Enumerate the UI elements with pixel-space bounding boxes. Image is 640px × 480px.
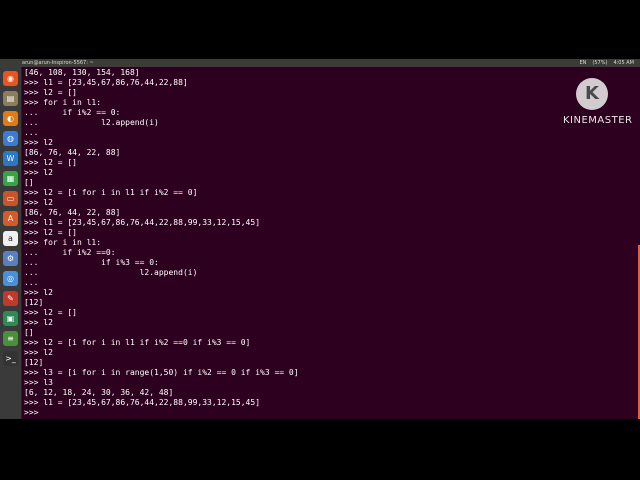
- terminal-line: >>> l2: [24, 168, 53, 177]
- terminal-line: [12]: [24, 358, 44, 367]
- ubuntu-dash-icon[interactable]: ◉: [3, 71, 18, 86]
- terminal-line: ... l2.append(i): [24, 118, 159, 127]
- terminal-line: >>>: [24, 408, 44, 417]
- terminal-line: ... if i%2 == 0:: [24, 108, 121, 117]
- terminal-line: [12]: [24, 298, 44, 307]
- firefox-icon[interactable]: ◐: [3, 111, 18, 126]
- libreoffice-writer-icon[interactable]: W: [3, 151, 18, 166]
- terminal-line: >>> l2: [24, 318, 53, 327]
- libreoffice-calc-icon[interactable]: ▦: [3, 171, 18, 186]
- kinemaster-watermark-text: KINEMASTER: [563, 115, 633, 126]
- chromium-icon[interactable]: ◎: [3, 271, 18, 286]
- terminal-line: [46, 108, 130, 154, 168]: [24, 68, 140, 77]
- tray-item[interactable]: EN: [580, 59, 587, 67]
- terminal-line: ... if i%2 ==0:: [24, 248, 116, 257]
- terminal-line: >>> l2: [24, 138, 53, 147]
- tray-item[interactable]: (57%): [592, 59, 607, 67]
- terminal-line: >>> l2: [24, 348, 53, 357]
- terminal-line: >>> l3: [24, 378, 53, 387]
- text-editor-icon[interactable]: ≡: [3, 331, 18, 346]
- terminal-line: >>> l2 = [i for i in l1 if i%2 ==0 if i%…: [24, 338, 251, 347]
- document-viewer-icon[interactable]: ✎: [3, 291, 18, 306]
- terminal-line: ... if i%3 == 0:: [24, 258, 159, 267]
- kinemaster-logo-letter: K: [585, 83, 599, 104]
- terminal-line: []: [24, 328, 34, 337]
- terminal-line: >>> for i in l1:: [24, 98, 102, 107]
- terminal-line: [6, 12, 18, 24, 30, 36, 42, 48]: [24, 388, 174, 397]
- terminal-line: >>> l2 = []: [24, 158, 77, 167]
- tray-item[interactable]: 4:05 AM: [613, 59, 634, 67]
- terminal-line: ...: [24, 128, 39, 137]
- terminal-line: [86, 76, 44, 22, 88]: [24, 148, 121, 157]
- kinemaster-watermark: K KINEMASTER: [556, 78, 636, 128]
- chrome-icon[interactable]: ◍: [3, 131, 18, 146]
- terminal-line: >>> l1 = [23,45,67,86,76,44,22,88,99,33,…: [24, 398, 261, 407]
- window-title: arun@arun-Inspiron-5567: ~: [22, 60, 94, 66]
- terminal-output[interactable]: [46, 108, 130, 154, 168] >>> l1 = [23,45,…: [24, 68, 299, 418]
- launcher-bar: ◉ ▤ ◐ ◍ W ▦ ▭ Aa ⚙ ◎ ✎ ▣ ≡ >_: [0, 67, 22, 419]
- settings-icon[interactable]: ⚙: [3, 251, 18, 266]
- terminal-line: >>> for i in l1:: [24, 238, 102, 247]
- desktop-screen: arun@arun-Inspiron-5567: ~ EN (57%) 4:05 A…: [0, 59, 640, 419]
- terminal-line: >>> l1 = [23,45,67,86,76,44,22,88,99,33,…: [24, 218, 261, 227]
- terminal-line: >>> l2 = []: [24, 228, 77, 237]
- image-viewer-icon[interactable]: ▣: [3, 311, 18, 326]
- terminal-line: >>> l3 = [i for i in range(1,50) if i%2 …: [24, 368, 299, 377]
- terminal-line: ... l2.append(i): [24, 268, 198, 277]
- files-icon[interactable]: ▤: [3, 91, 18, 106]
- terminal-line: >>> l2: [24, 288, 53, 297]
- terminal-icon[interactable]: >_: [3, 351, 18, 366]
- libreoffice-impress-icon[interactable]: ▭: [3, 191, 18, 206]
- terminal-line: >>> l2 = []: [24, 308, 77, 317]
- kinemaster-logo-icon: K: [576, 78, 608, 110]
- terminal-line: []: [24, 178, 34, 187]
- terminal-window[interactable]: [46, 108, 130, 154, 168] >>> l1 = [23,45,…: [22, 67, 640, 419]
- terminal-line: >>> l2 = []: [24, 88, 77, 97]
- system-tray[interactable]: EN (57%) 4:05 AM: [580, 59, 634, 67]
- software-center-icon[interactable]: A: [3, 211, 18, 226]
- terminal-line: >>> l1 = [23,45,67,86,76,44,22,88]: [24, 78, 188, 87]
- top-panel: arun@arun-Inspiron-5567: ~ EN (57%) 4:05 A…: [0, 59, 640, 67]
- terminal-line: [86, 76, 44, 22, 88]: [24, 208, 121, 217]
- terminal-line: ...: [24, 278, 39, 287]
- amazon-icon[interactable]: a: [3, 231, 18, 246]
- terminal-line: >>> l2: [24, 198, 53, 207]
- terminal-line: >>> l2 = [i for i in l1 if i%2 == 0]: [24, 188, 198, 197]
